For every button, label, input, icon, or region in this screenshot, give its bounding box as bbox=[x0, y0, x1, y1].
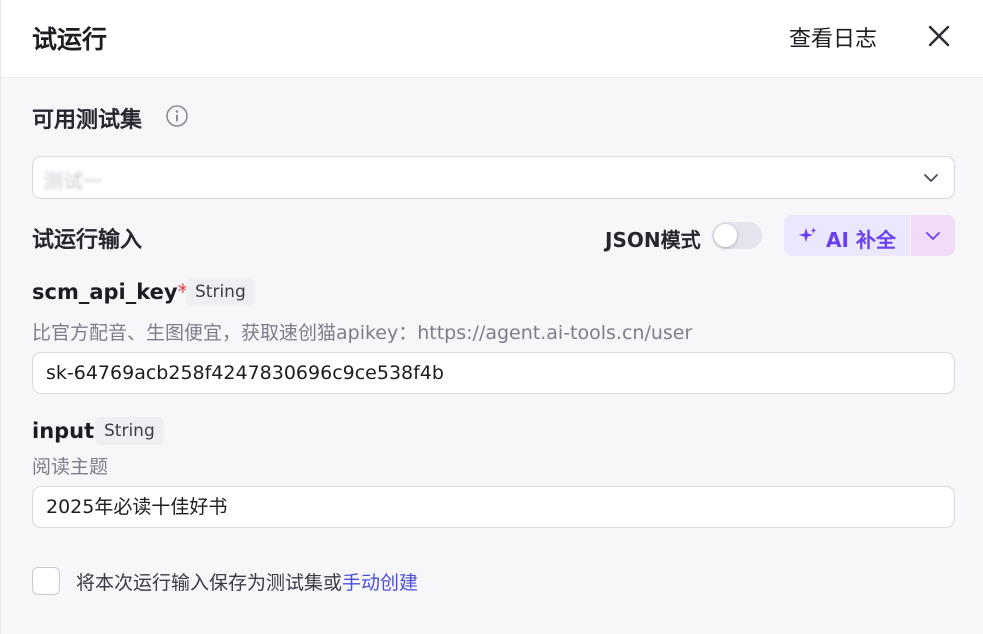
panel-header: 试运行 查看日志 bbox=[1, 0, 983, 78]
toggle-knob bbox=[714, 224, 737, 247]
field-description: 比官方配音、生图便宜，获取速创猫apikey：https://agent.ai-… bbox=[32, 322, 693, 344]
save-test-set-text: 将本次运行输入保存为测试集或手动创建 bbox=[76, 568, 418, 595]
scm-api-key-input[interactable]: sk-64769acb258f4247830696c9ce538f4b bbox=[32, 352, 955, 394]
sparkle-icon bbox=[799, 227, 817, 242]
page-title: 试运行 bbox=[32, 25, 108, 54]
chevron-down-icon bbox=[926, 232, 940, 240]
chevron-down-icon bbox=[924, 174, 938, 182]
field-name-text: scm_api_key bbox=[32, 280, 178, 304]
json-mode-toggle[interactable] bbox=[712, 222, 762, 249]
test-set-label: 可用测试集 bbox=[32, 108, 143, 133]
test-set-selected-value: 测试一 bbox=[43, 169, 103, 193]
close-icon bbox=[928, 25, 950, 47]
field-name-scm-api-key: scm_api_key* bbox=[32, 280, 188, 304]
close-button[interactable] bbox=[925, 22, 953, 50]
save-test-set-checkbox[interactable] bbox=[32, 567, 60, 595]
input-field[interactable]: 2025年必读十佳好书 bbox=[32, 486, 955, 528]
test-set-select[interactable]: 测试一 bbox=[32, 156, 955, 199]
ai-fill-dropdown-button[interactable] bbox=[911, 215, 955, 256]
info-icon[interactable] bbox=[165, 104, 189, 128]
ai-fill-label: AI 补全 bbox=[826, 228, 896, 252]
field-name-input: input bbox=[32, 419, 95, 443]
type-badge: String bbox=[95, 417, 164, 445]
json-mode-label: JSON模式 bbox=[605, 228, 701, 252]
manual-create-link[interactable]: 手动创建 bbox=[342, 572, 418, 594]
save-test-set-label: 将本次运行输入保存为测试集或 bbox=[76, 572, 343, 594]
type-badge: String bbox=[186, 278, 255, 306]
test-run-panel: 试运行 查看日志 可用测试集 测试一 试运行输入 JSON模式 AI 补全 sc… bbox=[0, 0, 983, 634]
field-description: 阅读主题 bbox=[32, 456, 109, 478]
ai-fill-button[interactable]: AI 补全 bbox=[784, 215, 910, 256]
run-input-label: 试运行输入 bbox=[32, 228, 143, 253]
view-logs-button[interactable]: 查看日志 bbox=[789, 21, 877, 53]
